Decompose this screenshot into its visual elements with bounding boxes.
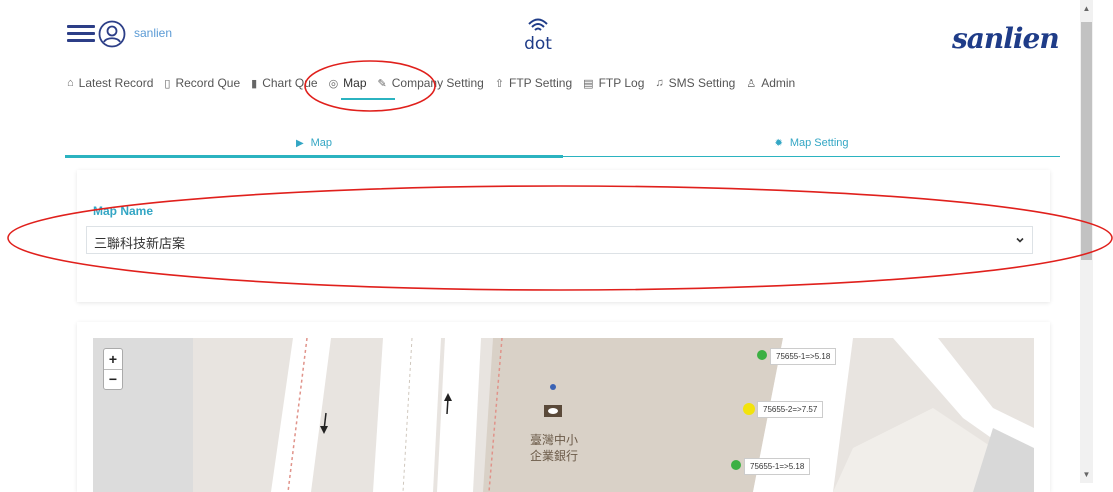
nav-item-map[interactable]: ◎ Map xyxy=(329,76,367,90)
nav-item-label: Map xyxy=(343,76,367,90)
user-icon: ♙ xyxy=(746,77,757,90)
map-subtabs: ▶ Map ✹ Map Setting xyxy=(65,130,1060,158)
zoom-control: + − xyxy=(103,348,123,390)
map-name-label: Map Name xyxy=(93,204,154,218)
map-card: 臺灣中小 企業銀行 + − 75655-1=>5.18 75655-2=>7.5… xyxy=(77,322,1050,492)
nav-item-company-setting[interactable]: ✎ Company Setting xyxy=(378,76,484,90)
subtab-active-indicator xyxy=(65,155,563,158)
map-name-select[interactable]: 三聯科技新店案 xyxy=(86,226,1033,254)
dot-logo: dot xyxy=(524,18,552,52)
nav-item-label: Company Setting xyxy=(391,76,484,90)
sensor-marker-label-1: 75655-1=>5.18 xyxy=(770,348,837,365)
sensor-marker-label-2: 75655-2=>7.57 xyxy=(757,401,824,418)
play-icon: ▶ xyxy=(295,137,304,149)
bank-map-label: 臺灣中小 企業銀行 xyxy=(530,432,578,464)
bar-chart-icon: ▮ xyxy=(251,77,258,90)
home-icon: ⌂ xyxy=(67,77,74,89)
sensor-marker-2[interactable] xyxy=(743,403,755,415)
nav-item-ftp-setting[interactable]: ⇧ FTP Setting xyxy=(495,76,572,90)
nav-item-label: SMS Setting xyxy=(668,76,736,90)
bell-icon: ♫ xyxy=(655,77,664,89)
sensor-marker-1[interactable] xyxy=(757,350,767,360)
document-icon: ▯ xyxy=(164,77,171,90)
zoom-out-button[interactable]: − xyxy=(104,369,122,389)
nav-item-latest-record[interactable]: ⌂ Latest Record xyxy=(67,76,153,90)
scroll-down-arrow-icon[interactable]: ▼ xyxy=(1080,470,1093,482)
map-name-card: Map Name 三聯科技新店案 xyxy=(77,170,1050,302)
nav-item-ftp-log[interactable]: ▤ FTP Log xyxy=(583,76,644,90)
map-pin-icon: ◎ xyxy=(328,77,339,90)
gear-icon: ✹ xyxy=(774,137,783,149)
upload-icon: ⇧ xyxy=(494,77,505,90)
nav-item-label: Chart Que xyxy=(262,76,318,90)
file-icon: ▤ xyxy=(583,77,594,90)
nav-active-underline xyxy=(341,98,395,100)
map-name-selected-value: 三聯科技新店案 xyxy=(94,236,186,251)
tab-map-setting-label: Map Setting xyxy=(789,137,849,149)
app-header: sanlien dot sanlien xyxy=(0,0,1080,60)
user-avatar-icon[interactable] xyxy=(98,20,126,48)
hamburger-menu-icon[interactable] xyxy=(67,25,95,43)
scroll-up-arrow-icon[interactable]: ▲ xyxy=(1080,4,1093,16)
map-tiles xyxy=(93,338,1034,492)
nav-item-admin[interactable]: ♙ Admin xyxy=(746,76,795,90)
sensor-marker-label-3: 75655-1=>5.18 xyxy=(744,458,811,475)
nav-item-chart-que[interactable]: ▮ Chart Que xyxy=(251,76,317,90)
nav-item-sms-setting[interactable]: ♫ SMS Setting xyxy=(655,76,735,90)
nav-item-label: Admin xyxy=(761,76,796,90)
nav-item-label: FTP Setting xyxy=(509,76,573,90)
nav-item-label: Record Que xyxy=(175,76,241,90)
main-nav: ⌂ Latest Record ▯ Record Que ▮ Chart Que… xyxy=(67,68,806,98)
chevron-down-icon xyxy=(1016,237,1024,243)
page-scrollbar[interactable]: ▲ ▼ xyxy=(1080,0,1093,483)
map-view[interactable]: 臺灣中小 企業銀行 + − 75655-1=>5.18 75655-2=>7.5… xyxy=(93,338,1034,492)
nav-item-label: FTP Log xyxy=(598,76,645,90)
dot-logo-text: dot xyxy=(524,34,552,52)
scrollbar-thumb[interactable] xyxy=(1081,22,1092,260)
nav-item-label: Latest Record xyxy=(78,76,154,90)
nav-item-record-que[interactable]: ▯ Record Que xyxy=(164,76,240,90)
edit-icon: ✎ xyxy=(377,77,387,90)
sensor-marker-3[interactable] xyxy=(731,460,741,470)
tab-map-setting[interactable]: ✹ Map Setting xyxy=(563,130,1060,156)
zoom-in-button[interactable]: + xyxy=(104,349,122,370)
tab-map-label: Map xyxy=(310,137,333,149)
username-label[interactable]: sanlien xyxy=(134,26,172,40)
bank-label-line2: 企業銀行 xyxy=(530,449,579,463)
sanlien-brand-logo: sanlien xyxy=(952,22,1060,55)
bank-label-line1: 臺灣中小 xyxy=(530,433,579,447)
tab-map[interactable]: ▶ Map xyxy=(65,130,563,156)
